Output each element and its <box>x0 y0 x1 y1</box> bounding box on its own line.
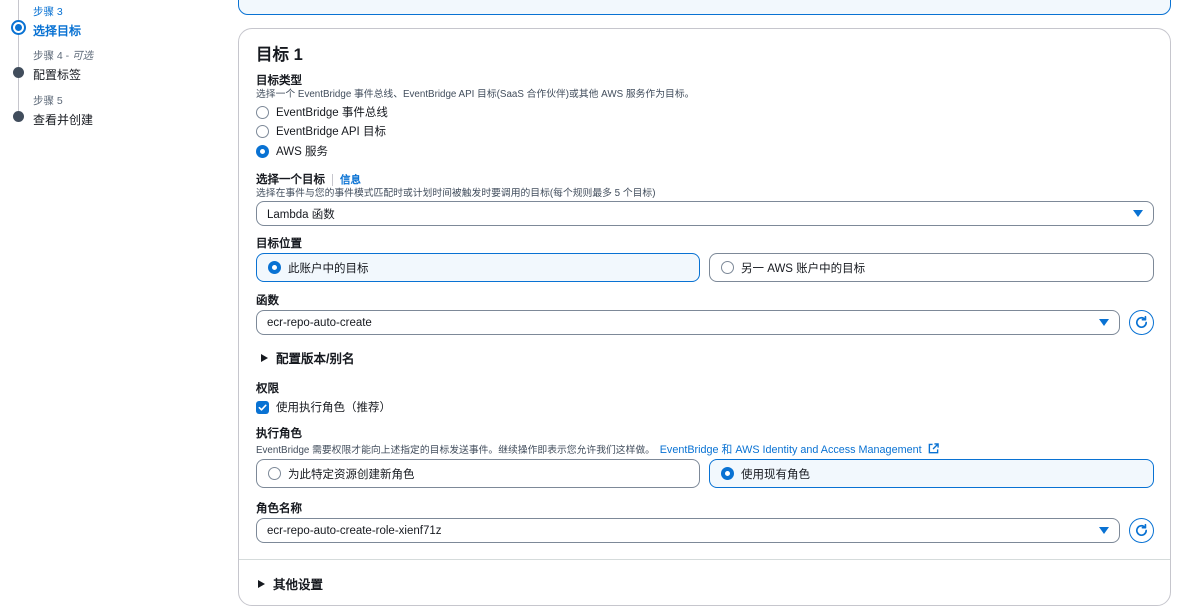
checkbox-checked[interactable] <box>256 400 269 414</box>
radio-button-selected[interactable] <box>256 144 269 158</box>
radio-eventbridge-bus[interactable]: EventBridge 事件总线 <box>256 104 388 120</box>
execution-role-label: 执行角色 <box>256 428 302 440</box>
caret-down-icon <box>1099 319 1109 326</box>
select-value: Lambda 函数 <box>267 208 335 221</box>
refresh-functions-button[interactable] <box>1129 310 1154 335</box>
radio-button[interactable] <box>268 467 281 480</box>
select-target-description: 选择在事件与您的事件模式匹配时或计划时间被触发时要调用的目标(每个规则最多 5 … <box>256 188 656 199</box>
step-3[interactable]: 步骤 3 选择目标 <box>33 4 81 39</box>
caret-right-icon <box>261 353 268 362</box>
tile-label: 此账户中的目标 <box>288 262 369 275</box>
target-type-description: 选择一个 EventBridge 事件总线、EventBridge API 目标… <box>256 89 695 100</box>
tile-label: 使用现有角色 <box>741 468 810 481</box>
other-settings-expander[interactable]: 其他设置 <box>258 574 323 593</box>
refresh-icon <box>1136 315 1148 328</box>
stepper-line <box>18 0 19 20</box>
tile-this-account[interactable]: 此账户中的目标 <box>256 253 700 282</box>
step-title: 查看并创建 <box>33 113 94 127</box>
role-name-label: 角色名称 <box>256 503 302 515</box>
role-name-select[interactable]: ecr-repo-auto-create-role-xienf71z <box>256 518 1120 543</box>
step-4[interactable]: 步骤 4 - 可选 配置标签 <box>33 48 93 83</box>
stepper-line <box>18 78 19 111</box>
execution-role-description: EventBridge 需要权限才能向上述指定的目标发送事件。继续操作即表示您允… <box>256 441 939 457</box>
radio-button[interactable] <box>721 261 734 274</box>
step-number: 步骤 4 - 可选 <box>33 50 94 62</box>
radio-label: EventBridge API 目标 <box>276 126 386 138</box>
expander-label: 其他设置 <box>273 578 324 592</box>
caret-down-icon <box>1099 527 1109 534</box>
select-value: ecr-repo-auto-create <box>267 316 372 329</box>
tile-other-account[interactable]: 另一 AWS 账户中的目标 <box>709 253 1154 282</box>
radio-button[interactable] <box>256 124 269 138</box>
tile-label: 为此特定资源创建新角色 <box>288 468 415 481</box>
version-alias-expander[interactable]: 配置版本/别名 <box>261 348 354 367</box>
permissions-label: 权限 <box>256 383 279 395</box>
radio-aws-service[interactable]: AWS 服务 <box>256 143 328 159</box>
expander-label: 配置版本/别名 <box>276 352 355 366</box>
external-link-icon <box>928 443 939 454</box>
tile-label: 另一 AWS 账户中的目标 <box>741 262 866 275</box>
step-pending-icon <box>13 111 24 122</box>
caret-right-icon <box>258 579 265 588</box>
target-service-select[interactable]: Lambda 函数 <box>256 201 1154 226</box>
step-number: 步骤 5 <box>33 95 63 107</box>
info-banner <box>238 0 1171 15</box>
radio-button-selected[interactable] <box>268 261 281 274</box>
use-execution-role-checkbox[interactable]: 使用执行角色（推荐） <box>256 399 391 415</box>
function-label: 函数 <box>256 295 279 307</box>
stepper-line <box>18 35 19 67</box>
radio-label: EventBridge 事件总线 <box>276 107 388 119</box>
radio-label: AWS 服务 <box>276 146 328 158</box>
target-heading: 目标 1 <box>256 46 303 64</box>
step-active-icon <box>11 20 26 35</box>
radio-button-selected[interactable] <box>721 467 734 480</box>
tile-create-new-role[interactable]: 为此特定资源创建新角色 <box>256 459 700 488</box>
iam-docs-link[interactable]: EventBridge 和 AWS Identity and Access Ma… <box>660 443 939 456</box>
step-title: 选择目标 <box>33 24 82 38</box>
function-select[interactable]: ecr-repo-auto-create <box>256 310 1120 335</box>
select-value: ecr-repo-auto-create-role-xienf71z <box>267 524 442 537</box>
tile-use-existing-role[interactable]: 使用现有角色 <box>709 459 1154 488</box>
step-title: 配置标签 <box>33 68 82 82</box>
target-location-label: 目标位置 <box>256 238 302 250</box>
step-5[interactable]: 步骤 5 查看并创建 <box>33 93 93 128</box>
check-icon <box>258 404 267 411</box>
step-pending-icon <box>13 67 24 78</box>
radio-button[interactable] <box>256 105 269 119</box>
caret-down-icon <box>1133 210 1143 217</box>
wizard-stepper: 步骤 3 选择目标 步骤 4 - 可选 配置标签 步骤 5 查看并创建 <box>0 0 220 614</box>
section-divider <box>239 559 1170 560</box>
refresh-icon <box>1136 523 1148 536</box>
target-container: 目标 1 目标类型 选择一个 EventBridge 事件总线、EventBri… <box>238 28 1171 606</box>
radio-eventbridge-api[interactable]: EventBridge API 目标 <box>256 123 386 139</box>
step-number: 步骤 3 <box>33 6 63 18</box>
checkbox-label: 使用执行角色（推荐） <box>276 402 391 414</box>
refresh-roles-button[interactable] <box>1129 518 1154 543</box>
